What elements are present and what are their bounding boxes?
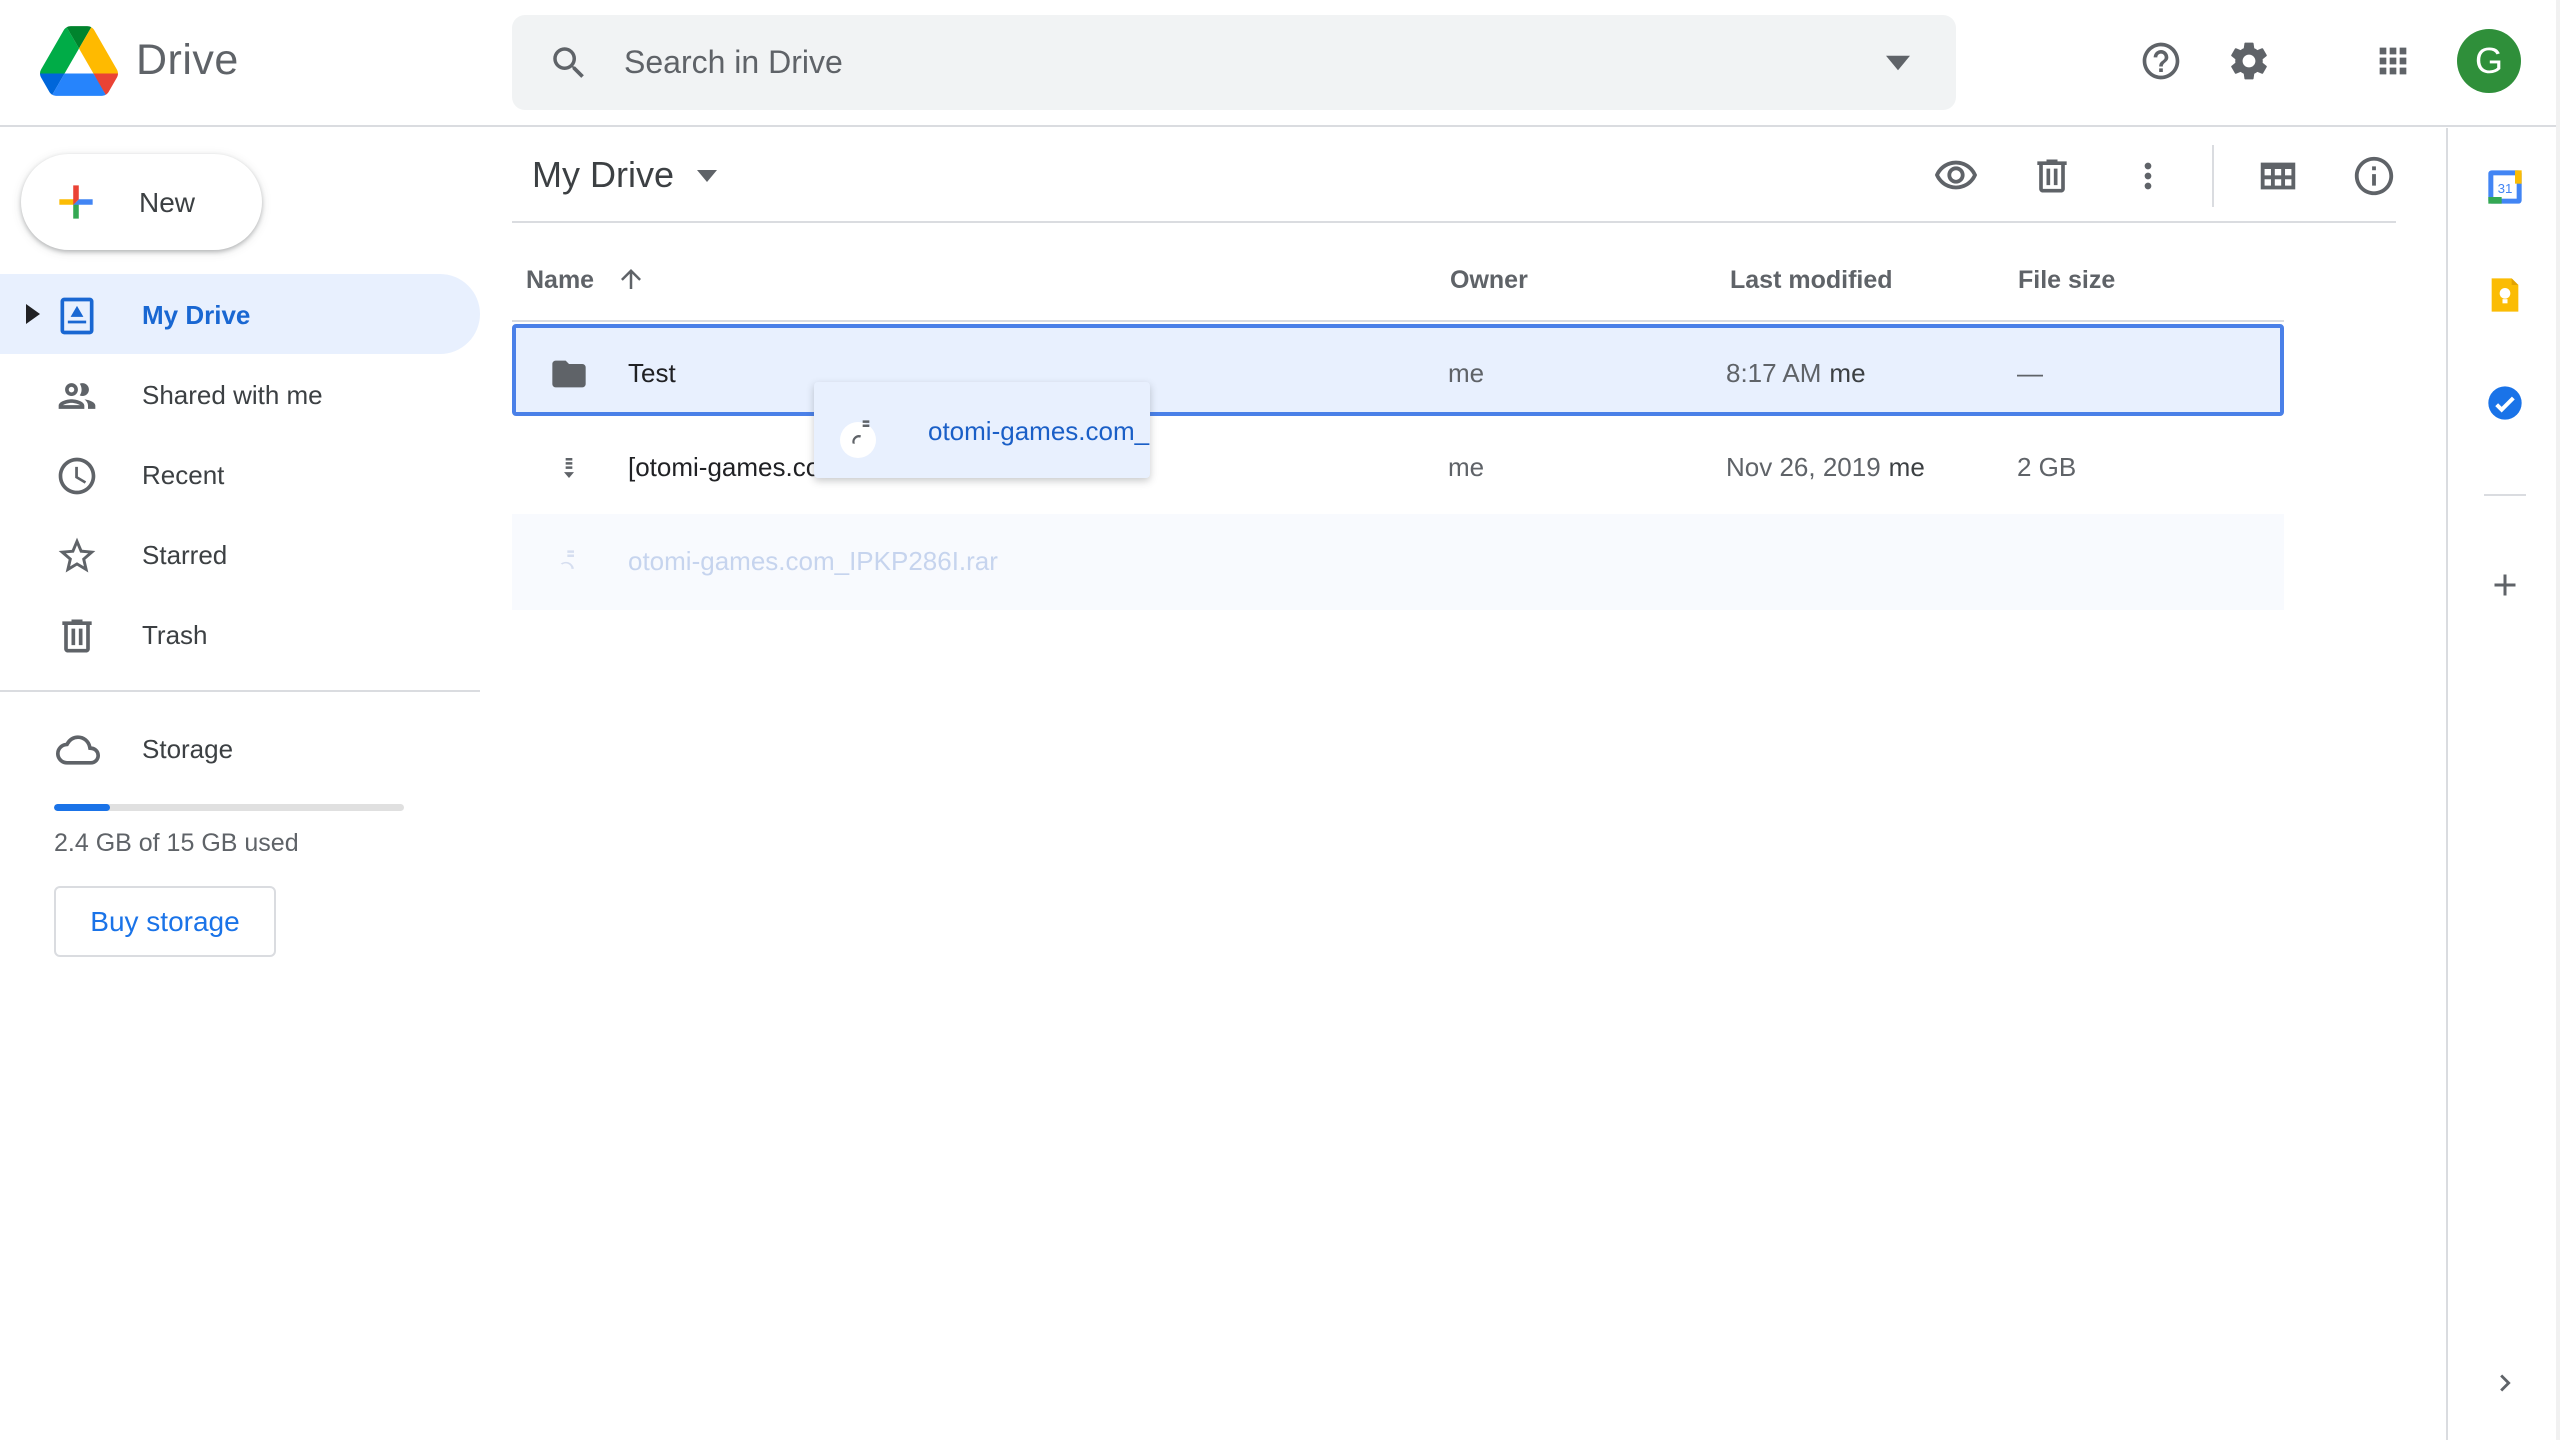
file-modified: 8:17 AM me [1726, 358, 1866, 389]
column-last-modified[interactable]: Last modified [1730, 266, 1893, 295]
hide-side-panel-button[interactable] [2476, 1354, 2534, 1412]
keep-icon [2491, 278, 2519, 312]
remove-button[interactable] [2022, 146, 2082, 206]
column-file-size[interactable]: File size [2018, 266, 2115, 295]
grid-view-icon [2260, 162, 2296, 190]
folder-icon [552, 360, 586, 388]
sidebar-item-shared-with-me[interactable]: Shared with me [0, 354, 480, 434]
help-button[interactable] [2130, 30, 2192, 92]
column-owner[interactable]: Owner [1450, 266, 1528, 295]
cloud-icon [56, 735, 100, 765]
file-owner: me [1448, 358, 1485, 388]
modified-by: me [1829, 358, 1866, 388]
sidebar-item-storage[interactable]: Storage [0, 708, 480, 788]
chevron-down-icon[interactable] [696, 170, 718, 182]
sidebar-item-trash[interactable]: Trash [0, 594, 480, 674]
account-avatar[interactable]: G [2457, 29, 2521, 93]
top-bar: Drive G [0, 0, 2560, 127]
eye-icon [1934, 160, 1978, 190]
chevron-right-icon [2500, 1374, 2511, 1392]
side-panel: 31 [2446, 128, 2560, 1440]
window-scrollbar[interactable] [2556, 0, 2560, 1440]
new-button-label: New [139, 187, 196, 218]
modified-date: Nov 26, 2019 [1726, 452, 1881, 482]
storage-used-text: 2.4 GB of 15 GB used [54, 829, 299, 857]
sidebar-item-my-drive[interactable]: My Drive [0, 274, 480, 354]
people-icon [58, 383, 96, 409]
clock-icon [58, 457, 96, 495]
sidebar-item-label: Recent [142, 460, 225, 490]
plus-icon [59, 185, 93, 219]
tasks-icon [2488, 386, 2522, 420]
file-size: — [2017, 358, 2043, 388]
side-panel-divider [2484, 494, 2526, 496]
storage-quota-bar [54, 804, 404, 811]
search-input[interactable] [624, 15, 1804, 110]
details-button[interactable] [2344, 146, 2404, 206]
table-row[interactable]: [otomi-games.co me Nov 26, 2019 me 2 GB [512, 420, 2284, 516]
buy-storage-button[interactable]: Buy storage [54, 886, 276, 957]
new-button[interactable]: New [21, 154, 262, 250]
table-row[interactable]: Test me 8:17 AM me — [512, 324, 2284, 416]
column-name[interactable]: Name [526, 266, 594, 295]
expand-caret-icon[interactable] [26, 304, 40, 324]
archive-file-icon [564, 458, 574, 478]
more-vert-icon [2144, 162, 2152, 190]
trash-icon [2037, 159, 2067, 193]
sidebar-item-label: Trash [142, 620, 208, 650]
apps-grid-icon [2379, 47, 2407, 75]
my-drive-icon [60, 297, 94, 335]
file-modified: Nov 26, 2019 me [1726, 452, 1925, 483]
modified-date: 8:17 AM [1726, 358, 1822, 388]
search-icon[interactable] [548, 42, 590, 84]
settings-button[interactable] [2218, 30, 2280, 92]
sidebar-nav: My Drive Shared with me Recent Starred T… [0, 274, 480, 674]
sidebar-item-label: My Drive [142, 300, 251, 330]
plus-icon [2494, 574, 2516, 596]
star-icon [58, 537, 96, 573]
page-title[interactable]: My Drive [532, 154, 674, 196]
storage-quota-fill [54, 804, 110, 811]
keep-button[interactable] [2476, 266, 2534, 324]
file-name: Test [628, 358, 676, 388]
sidebar-item-starred[interactable]: Starred [0, 514, 480, 594]
help-icon [2142, 42, 2180, 80]
storage-label: Storage [142, 734, 234, 764]
calendar-icon: 31 [2488, 170, 2522, 204]
more-actions-button[interactable] [2118, 146, 2178, 206]
preview-button[interactable] [1926, 146, 1986, 206]
search-bar[interactable] [512, 15, 1956, 110]
sidebar-item-label: Shared with me [142, 380, 323, 410]
grid-view-button[interactable] [2248, 146, 2308, 206]
arrow-up-icon[interactable] [616, 264, 646, 294]
info-icon [2354, 156, 2394, 196]
sidebar-divider [0, 690, 480, 692]
file-owner: me [1448, 452, 1485, 482]
dragged-file-placeholder: otomi-games.com_IPKP286I.rar [512, 514, 2284, 610]
calendar-button[interactable]: 31 [2476, 158, 2534, 216]
drag-preview[interactable]: otomi-games.com_ [814, 382, 1150, 478]
file-name: [otomi-games.co [628, 452, 821, 482]
get-add-ons-button[interactable] [2476, 556, 2534, 614]
sidebar-item-label: Starred [142, 540, 228, 570]
modified-by: me [1888, 452, 1925, 482]
toolbar-divider [2212, 145, 2214, 207]
drive-logo-icon[interactable] [40, 26, 118, 96]
main-toolbar: My Drive [512, 128, 2396, 223]
trash-icon [62, 619, 92, 653]
apps-button[interactable] [2362, 30, 2424, 92]
sidebar-item-recent[interactable]: Recent [0, 434, 480, 514]
gear-icon [2231, 42, 2267, 80]
file-size: 2 GB [2017, 452, 2077, 482]
drag-file-name: otomi-games.com_ [928, 416, 1150, 446]
file-list-header: Name Owner Last modified File size [512, 250, 2284, 322]
app-brand[interactable]: Drive [136, 36, 239, 85]
search-options-icon[interactable] [1886, 55, 1910, 71]
tasks-button[interactable] [2476, 374, 2534, 432]
archive-file-icon [852, 420, 870, 444]
file-name: otomi-games.com_IPKP286I.rar [628, 546, 998, 576]
archive-file-icon [560, 550, 574, 569]
svg-text:31: 31 [2498, 181, 2513, 196]
